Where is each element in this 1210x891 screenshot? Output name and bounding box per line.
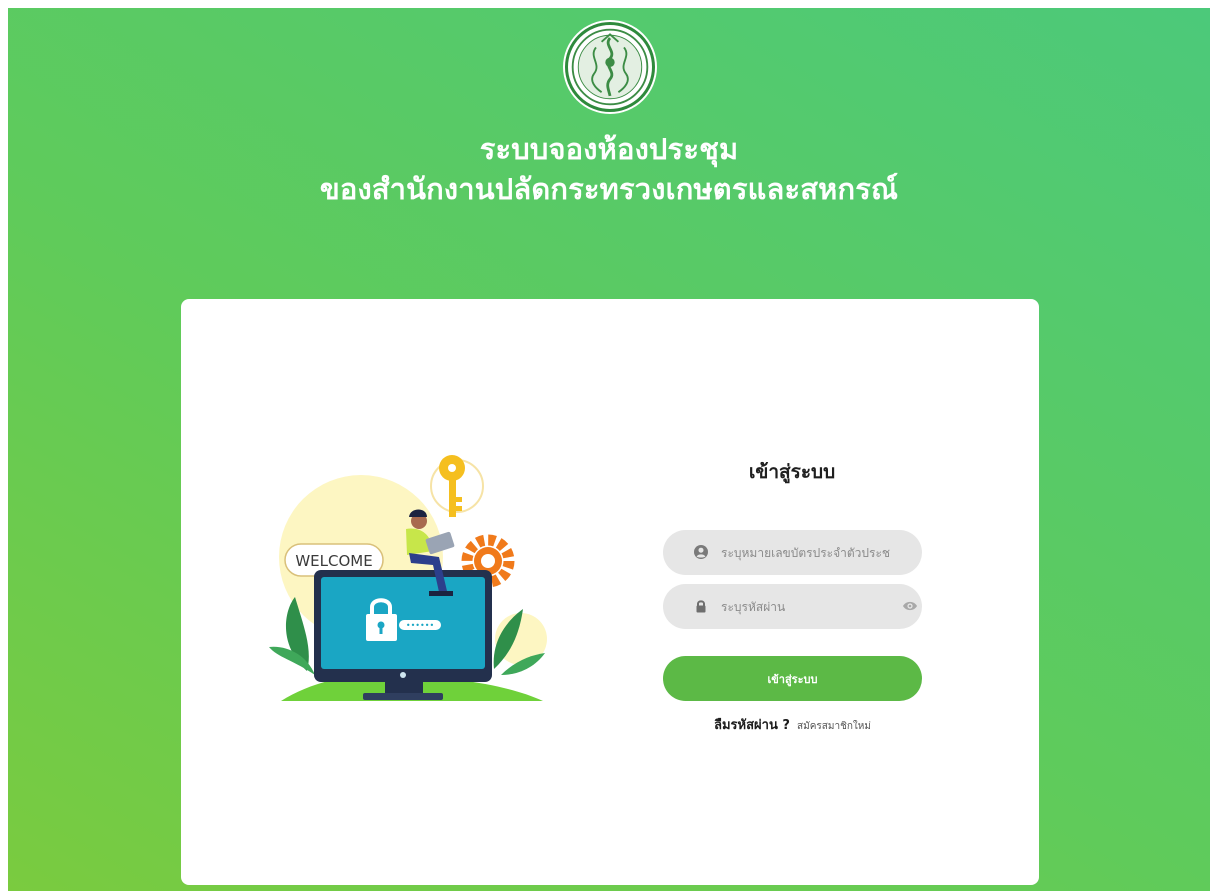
svg-text:••••••: ••••••	[406, 621, 434, 630]
id-number-field-container	[663, 530, 922, 575]
register-link[interactable]: สมัครสมาชิกใหม่	[797, 721, 871, 732]
user-circle-icon	[694, 545, 708, 559]
login-heading: เข้าสู่ระบบ	[748, 461, 836, 483]
login-card: WELCOME •••••• เข้าสู่ระบบ ระบุหมายเลขบั…	[181, 299, 1039, 885]
ministry-seal-logo	[565, 22, 655, 112]
page-title-line2: ของสำนักงานปลัดกระทรวงเกษตรและสหกรณ์	[319, 172, 899, 206]
login-button[interactable]: เข้าสู่ระบบ	[663, 656, 922, 701]
password-input[interactable]	[721, 584, 891, 629]
welcome-text: WELCOME	[295, 552, 372, 570]
eye-icon[interactable]	[902, 599, 918, 613]
forgot-password-link[interactable]: ลืมรหัสผ่าน ?	[714, 718, 790, 733]
auth-links: ลืมรหัสผ่าน ? สมัครสมาชิกใหม่	[663, 714, 922, 735]
welcome-illustration: WELCOME ••••••	[269, 455, 547, 701]
password-field-container	[663, 584, 922, 629]
login-page: ระบบจองห้องประชุม ของสำนักงานปลัดกระทรวง…	[8, 8, 1210, 891]
lock-icon	[696, 600, 706, 613]
id-number-input[interactable]	[721, 530, 891, 575]
